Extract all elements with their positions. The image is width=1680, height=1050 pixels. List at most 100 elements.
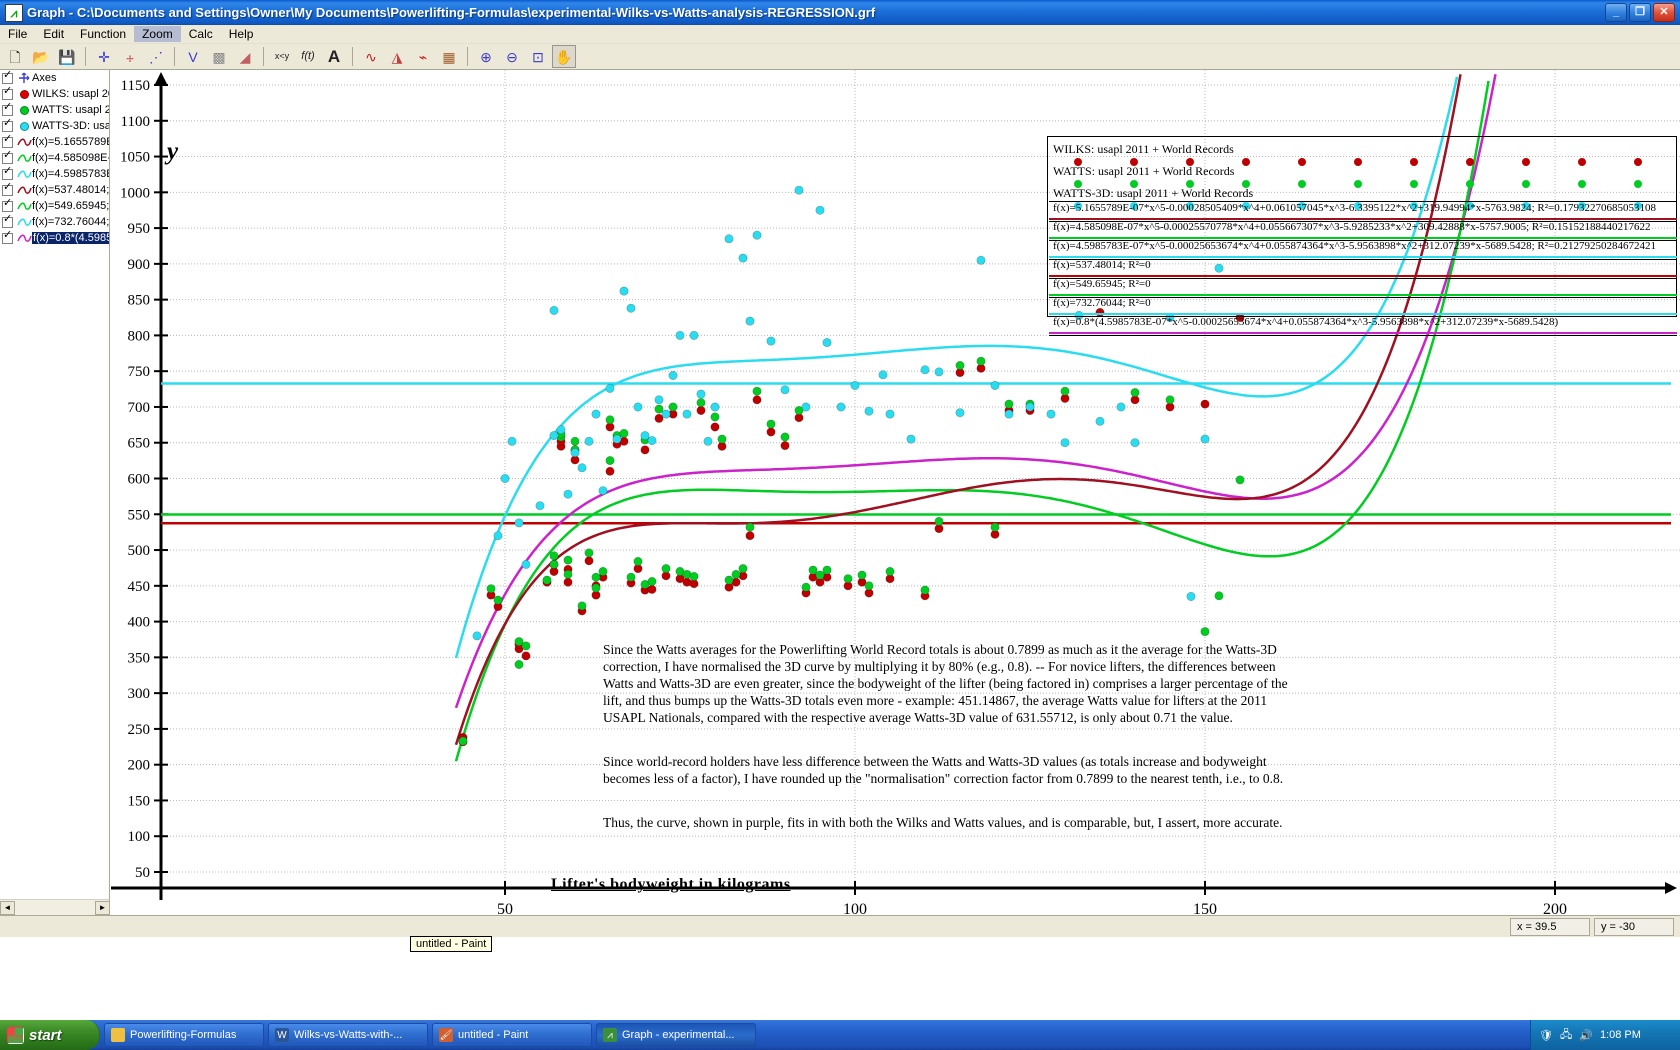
taskbar-item-0[interactable]: Powerlifting-Formulas (104, 1023, 264, 1047)
tree-item-3[interactable]: WATTS-3D: usa (0, 118, 109, 134)
edit-curve-icon[interactable]: ∿ (359, 45, 383, 68)
taskbar-item-label: Graph - experimental... (622, 1029, 735, 1041)
data-point (780, 441, 790, 451)
data-point (1130, 388, 1140, 398)
data-point (766, 419, 776, 429)
tree-item-label: f(x)=4.5985783E (32, 168, 109, 180)
network-icon[interactable]: 🖧 (1560, 1026, 1572, 1045)
close-button[interactable]: ✕ (1653, 3, 1675, 22)
taskbar-item-2[interactable]: 🖌 untitled - Paint (432, 1023, 592, 1047)
tree-item-checkbox[interactable] (2, 230, 13, 244)
tree-item-label: f(x)=5.1655789E (32, 136, 109, 148)
insert-function-icon[interactable]: f(t) (296, 45, 320, 68)
svg-text:450: 450 (128, 579, 151, 595)
tree-horizontal-scrollbar[interactable]: ◄ ► (0, 899, 109, 915)
insert-label-icon[interactable]: A (322, 45, 346, 68)
new-icon[interactable]: 🗋 (3, 45, 27, 68)
scroll-left-button[interactable]: ◄ (0, 900, 15, 915)
tree-item-1[interactable]: WILKS: usapl 20 (0, 86, 109, 102)
tree-item-checkbox[interactable] (2, 134, 13, 148)
data-point (1060, 386, 1070, 396)
scroll-right-button[interactable]: ► (95, 900, 109, 915)
legend-marker-dot (1634, 158, 1642, 166)
zoom-in-icon[interactable]: ⊕ (474, 45, 498, 68)
data-point (696, 405, 706, 415)
insert-axes-icon[interactable]: ✛ (92, 45, 116, 68)
annotation-paragraph2-line-0: Since world-record holders have less dif… (603, 754, 1267, 769)
data-point (521, 651, 531, 661)
data-point (1200, 399, 1210, 409)
start-button[interactable]: start (0, 1020, 100, 1050)
data-point (731, 569, 741, 579)
tree-item-checkbox[interactable] (2, 86, 13, 100)
data-point (745, 522, 755, 532)
data-point (1060, 438, 1070, 448)
tree-item-checkbox[interactable] (2, 182, 13, 196)
data-point (514, 518, 524, 528)
tree-item-4[interactable]: f(x)=5.1655789E (0, 134, 109, 150)
tree-item-5[interactable]: f(x)=4.585098E- (0, 150, 109, 166)
volume-icon[interactable]: 🔊 (1579, 1029, 1593, 1042)
pan-hand-icon[interactable]: ✋ (552, 45, 576, 68)
zoom-out-icon[interactable]: ⊖ (500, 45, 524, 68)
insert-trendline-icon[interactable]: ⋰ (144, 45, 168, 68)
tree-item-2[interactable]: WATTS: usapl 2 (0, 102, 109, 118)
svg-text:500: 500 (128, 543, 151, 559)
insert-shading-icon[interactable]: ▩ (207, 45, 231, 68)
graph-canvas[interactable]: 50 100 150 200 250 300 350 400 450 500 550 600 650 70… (111, 70, 1680, 915)
save-icon[interactable]: 💾 (55, 45, 79, 68)
minimize-button[interactable]: _ (1605, 3, 1627, 22)
maximize-button[interactable]: ❐ (1629, 3, 1651, 22)
graph-legend[interactable]: WILKS: usapl 2011 + World Records WATTS: … (1047, 136, 1677, 336)
insert-relation-icon[interactable]: V (181, 45, 205, 68)
area-icon[interactable]: ◮ (385, 45, 409, 68)
menu-edit[interactable]: Edit (35, 26, 72, 42)
tree-item-checkbox[interactable] (2, 166, 13, 180)
data-point (654, 404, 664, 414)
tree-item-checkbox[interactable] (2, 118, 13, 132)
data-point (472, 631, 482, 641)
tangent-icon[interactable]: ⌁ (411, 45, 435, 68)
annotation-paragraph1-line-4: USAPL Nationals, compared with the respe… (603, 710, 1233, 725)
status-coord-x: x = 39.5 (1510, 917, 1590, 936)
tree-item-10[interactable]: f(x)=0.8*(4.59857 (0, 230, 109, 246)
tree-item-label: WATTS: usapl 2 (32, 104, 109, 116)
taskbar-item-1[interactable]: W Wilks-vs-Watts-with-... (268, 1023, 428, 1047)
tree-item-checkbox[interactable] (2, 70, 13, 84)
tree-item-checkbox[interactable] (2, 198, 13, 212)
menu-help[interactable]: Help (221, 26, 262, 42)
data-point (535, 501, 545, 511)
data-point (780, 385, 790, 395)
tree-item-6[interactable]: f(x)=4.5985783E (0, 166, 109, 182)
tree-item-0[interactable]: Axes (0, 70, 109, 86)
taskbar-item-3[interactable]: ⩘ Graph - experimental... (596, 1023, 756, 1047)
clock[interactable]: 1:08 PM (1600, 1029, 1641, 1041)
data-point (584, 436, 594, 446)
data-point (563, 577, 573, 587)
menu-file[interactable]: File (0, 26, 35, 42)
function-list-panel[interactable]: Axes WILKS: usapl 20 WATTS: usapl 2 WATTS-3… (0, 70, 110, 915)
data-point (500, 473, 510, 483)
insert-point-series-icon[interactable]: ⧾ (118, 45, 142, 68)
tree-item-8[interactable]: f(x)=549.65945; l (0, 198, 109, 214)
tree-item-9[interactable]: f(x)=732.76044; l (0, 214, 109, 230)
open-icon[interactable]: 📂 (29, 45, 53, 68)
tree-item-checkbox[interactable] (2, 102, 13, 116)
menu-function[interactable]: Function (72, 26, 134, 42)
tree-item-checkbox[interactable] (2, 150, 13, 164)
annotation-paragraph1-line-1: correction, I have normalised the 3D cur… (603, 659, 1276, 674)
data-point (647, 576, 657, 586)
tree-item-checkbox[interactable] (2, 214, 13, 228)
svg-text:750: 750 (128, 364, 151, 380)
tree-item-7[interactable]: f(x)=537.48014; l (0, 182, 109, 198)
menu-zoom[interactable]: Zoom (134, 26, 181, 42)
insert-hatch-icon[interactable]: ◢ (233, 45, 257, 68)
zoom-region-icon[interactable]: ⊡ (526, 45, 550, 68)
shield-icon[interactable]: 🛡 (1539, 1029, 1553, 1042)
start-label: start (29, 1026, 62, 1044)
menu-calc[interactable]: Calc (181, 26, 221, 42)
svg-text:150: 150 (128, 793, 151, 809)
curve-icon (16, 169, 32, 180)
insert-xy-function-icon[interactable]: x<y (270, 45, 294, 68)
table-icon[interactable]: ▦ (437, 45, 461, 68)
